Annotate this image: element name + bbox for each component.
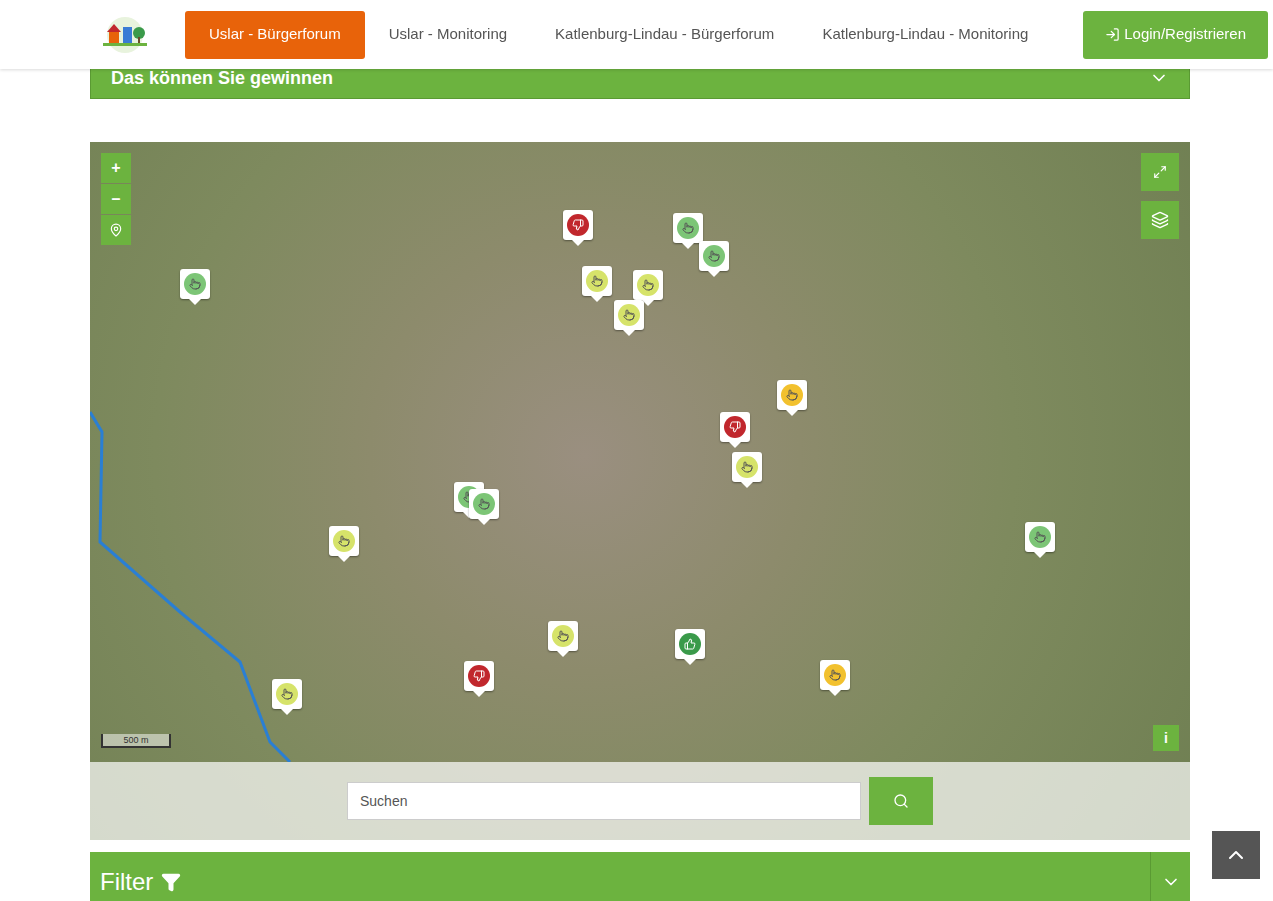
map-pin[interactable] [720, 412, 750, 448]
page: Uslar - BürgerforumUslar - MonitoringKat… [0, 0, 1273, 901]
hand-icon [478, 498, 490, 510]
fullscreen-icon [1153, 165, 1167, 179]
hand-icon [591, 275, 603, 287]
nav-item[interactable]: Uslar - Bürgerforum [185, 11, 365, 59]
map-pin[interactable] [614, 300, 644, 336]
map-pin[interactable] [777, 380, 807, 416]
filter-accordion[interactable]: Filter [90, 852, 1190, 901]
hand-icon [642, 279, 654, 291]
search-button[interactable] [869, 777, 933, 825]
hand-icon [786, 389, 798, 401]
chevron-up-icon [1224, 843, 1248, 867]
map-pin[interactable] [1025, 522, 1055, 558]
hand-icon [741, 461, 753, 473]
hand-icon [557, 630, 569, 642]
hand-icon [708, 250, 720, 262]
zoom-out-button[interactable]: – [101, 184, 131, 214]
thumbs-up-icon [684, 638, 696, 650]
search-icon [893, 793, 909, 809]
search-input[interactable] [347, 782, 861, 820]
hand-icon [623, 309, 635, 321]
hand-icon [682, 222, 694, 234]
boundary-line [90, 142, 390, 762]
map-pin[interactable] [820, 660, 850, 696]
login-icon [1105, 27, 1120, 42]
map-pin[interactable] [563, 210, 593, 246]
map[interactable]: +– 500 m i [90, 142, 1190, 840]
search-bar [90, 762, 1190, 840]
info-button[interactable]: i [1153, 725, 1179, 751]
map-pin[interactable] [675, 629, 705, 665]
thumbs-down-icon [473, 670, 485, 682]
fullscreen-button[interactable] [1141, 153, 1179, 191]
hand-icon [338, 535, 350, 547]
map-pin[interactable] [180, 269, 210, 305]
layers-button[interactable] [1141, 201, 1179, 239]
map-pin[interactable] [699, 241, 729, 277]
layers-icon [1151, 211, 1169, 229]
navbar: Uslar - BürgerforumUslar - MonitoringKat… [0, 0, 1273, 69]
nav-item[interactable]: Katlenburg-Lindau - Bürgerforum [531, 11, 798, 59]
filter-icon [161, 872, 181, 892]
nav-item[interactable]: Uslar - Monitoring [365, 11, 531, 59]
zoom-in-button[interactable]: + [101, 153, 131, 183]
map-pin[interactable] [582, 266, 612, 302]
thumbs-down-icon [729, 421, 741, 433]
logo-icon[interactable] [95, 15, 155, 55]
hand-icon [281, 688, 293, 700]
map-pin[interactable] [464, 661, 494, 697]
map-pin[interactable] [732, 452, 762, 488]
map-pin[interactable] [469, 489, 499, 525]
location-pin-icon [109, 223, 123, 237]
nav-item[interactable]: Katlenburg-Lindau - Monitoring [798, 11, 1052, 59]
map-pin[interactable] [548, 621, 578, 657]
scale-bar: 500 m [101, 734, 171, 748]
chevron-down-icon [1149, 68, 1169, 88]
hand-icon [189, 278, 201, 290]
thumbs-down-icon [572, 219, 584, 231]
map-pin[interactable] [329, 526, 359, 562]
hand-icon [829, 669, 841, 681]
locate-button[interactable] [101, 215, 131, 245]
chevron-down-icon [1161, 872, 1181, 892]
map-pin[interactable] [272, 679, 302, 715]
hand-icon [1034, 531, 1046, 543]
scroll-top-button[interactable] [1212, 831, 1260, 879]
login-button[interactable]: Login/Registrieren [1083, 11, 1268, 59]
